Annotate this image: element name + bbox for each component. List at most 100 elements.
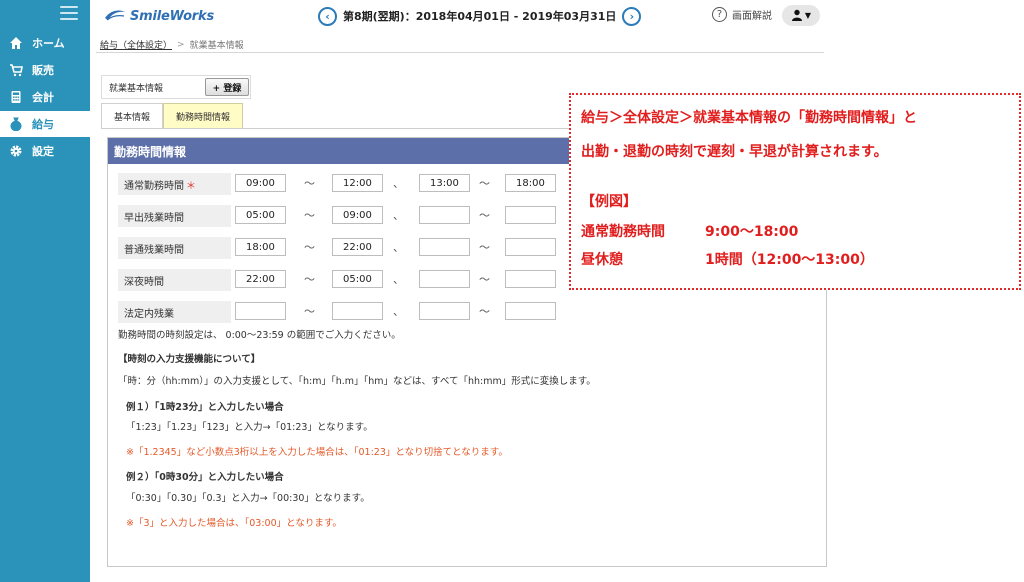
start-time-input[interactable] (235, 238, 286, 256)
required-mark: ＊ (186, 180, 196, 192)
range-separator: 〜 (304, 209, 315, 222)
callout-example-value1: 9:00〜18:00 (705, 224, 799, 240)
break-start-input[interactable] (332, 238, 383, 256)
sidebar-item-label: 会計 (32, 91, 54, 104)
break-separator: 、 (393, 273, 404, 286)
example2-title: 例２）「0時30分」と入力したい場合 (126, 472, 284, 483)
break-start-input[interactable] (332, 174, 383, 192)
break-end-input[interactable] (419, 174, 470, 192)
screen-help-link[interactable]: ? 画面解説 (712, 7, 772, 22)
callout-example-value2: 1時間（12:00〜13:00） (705, 252, 874, 268)
break-start-input[interactable] (332, 206, 383, 224)
page-title: 就業基本情報 (109, 83, 164, 94)
range-note: 勤務時間の時刻設定は、 0:00〜23:59 の範囲でご入力ください。 (118, 330, 401, 341)
row-label-text: 通常勤務時間 (124, 180, 184, 192)
app-logo[interactable]: SmileWorks (104, 6, 214, 26)
hamburger-menu-icon[interactable] (60, 6, 78, 20)
home-icon (8, 35, 24, 51)
example1-body: 「1:23」「1.23」「123」と入力→「01:23」となります。 (126, 422, 373, 433)
range-separator: 〜 (479, 241, 490, 254)
end-time-input[interactable] (505, 238, 556, 256)
break-start-input[interactable] (332, 270, 383, 288)
break-separator: 、 (393, 305, 404, 318)
money-bag-icon (8, 116, 24, 132)
user-menu-button[interactable]: ▼ (782, 5, 820, 26)
sidebar-item-label: 販売 (32, 64, 54, 77)
row-label: 法定内残業 (118, 301, 231, 323)
breadcrumb: 給与（全体設定） > 就業基本情報 (100, 38, 244, 52)
break-separator: 、 (393, 241, 404, 254)
logo-text: SmileWorks (130, 8, 214, 24)
help-description: 「時：分（hh:mm）」の入力支援として、「h:m」「h.m」「hm」などは、す… (118, 376, 596, 387)
sidebar-item-home[interactable]: ホーム (0, 30, 90, 56)
range-separator: 〜 (479, 273, 490, 286)
tab-work-hours[interactable]: 勤務時間情報 (163, 103, 244, 129)
tab-bar: 基本情報 勤務時間情報 (101, 103, 244, 129)
form-row-early-overtime: 早出残業時間 〜 、 〜 (118, 203, 556, 235)
range-separator: 〜 (304, 273, 315, 286)
row-label-text: 普通残業時間 (124, 244, 184, 256)
sidebar-item-label: ホーム (32, 37, 65, 50)
top-header: SmileWorks ‹ 第8期(翌期)：2018年04月01日 - 2019年… (90, 0, 824, 32)
form-row-normal-overtime: 普通残業時間 〜 、 〜 (118, 235, 556, 267)
start-time-input[interactable] (235, 270, 286, 288)
form-row-regular-hours: 通常勤務時間＊ 〜 、 〜 (118, 171, 556, 203)
gear-icon (8, 143, 24, 159)
break-separator: 、 (393, 177, 404, 190)
prev-period-button[interactable]: ‹ (318, 6, 337, 26)
start-time-input[interactable] (235, 302, 286, 320)
row-label-text: 早出残業時間 (124, 212, 184, 224)
row-label: 普通残業時間 (118, 237, 231, 259)
break-end-input[interactable] (419, 206, 470, 224)
form-row-late-night: 深夜時間 〜 、 〜 (118, 267, 556, 299)
breadcrumb-separator: > (177, 39, 185, 50)
callout-example-heading: 【例図】 (581, 194, 637, 210)
form-row-statutory-overtime: 法定内残業 〜 、 〜 (118, 299, 556, 331)
breadcrumb-link-payroll-settings[interactable]: 給与（全体設定） (100, 38, 172, 51)
range-separator: 〜 (304, 177, 315, 190)
sidebar-item-accounting[interactable]: 会計 (0, 84, 90, 110)
help-heading: 【時刻の入力支援機能について】 (118, 354, 261, 365)
sidebar-item-sales[interactable]: 販売 (0, 57, 90, 83)
callout-line1: 給与＞全体設定＞就業基本情報の「勤務時間情報」と (581, 110, 917, 126)
break-separator: 、 (393, 209, 404, 222)
fiscal-period-nav: ‹ 第8期(翌期)：2018年04月01日 - 2019年03月31日 › (318, 5, 642, 27)
next-period-button[interactable]: › (622, 6, 642, 26)
range-separator: 〜 (304, 241, 315, 254)
end-time-input[interactable] (505, 206, 556, 224)
range-separator: 〜 (479, 177, 490, 190)
chevron-down-icon: ▼ (804, 11, 812, 20)
start-time-input[interactable] (235, 174, 286, 192)
register-button[interactable]: + 登録 (205, 78, 249, 96)
row-label: 通常勤務時間＊ (118, 173, 231, 195)
sidebar-item-settings[interactable]: 設定 (0, 138, 90, 164)
swoosh-logo-icon (104, 7, 126, 26)
sidebar-item-label: 設定 (32, 145, 54, 158)
example2-body: 「0:30」「0.30」「0.3」と入力→「00:30」となります。 (126, 493, 370, 504)
sidebar-item-label: 給与 (32, 118, 54, 131)
sidebar-item-payroll[interactable]: 給与 (0, 111, 90, 137)
end-time-input[interactable] (505, 302, 556, 320)
callout-example-label1: 通常勤務時間 (581, 224, 665, 240)
callout-example-label2: 昼休憩 (581, 252, 623, 268)
cart-icon (8, 62, 24, 78)
range-separator: 〜 (304, 305, 315, 318)
break-start-input[interactable] (332, 302, 383, 320)
user-icon (791, 6, 803, 25)
fiscal-period-text: 第8期(翌期)：2018年04月01日 - 2019年03月31日 (343, 10, 617, 23)
question-icon: ? (712, 7, 727, 22)
example1-note: ※「1.2345」など小数点3桁以上を入力した場合は、「01:23」となり切捨て… (126, 447, 508, 458)
break-end-input[interactable] (419, 270, 470, 288)
start-time-input[interactable] (235, 206, 286, 224)
sidebar: ホーム 販売 会計 給与 設定 (0, 0, 90, 582)
tab-basic-info[interactable]: 基本情報 (101, 103, 164, 129)
example1-title: 例１）「1時23分」と入力したい場合 (126, 402, 284, 413)
work-hours-form: 通常勤務時間＊ 〜 、 〜 早出残業時間 〜 、 〜 (118, 171, 556, 331)
end-time-input[interactable] (505, 270, 556, 288)
break-end-input[interactable] (419, 302, 470, 320)
row-label: 深夜時間 (118, 269, 231, 291)
break-end-input[interactable] (419, 238, 470, 256)
row-label: 早出残業時間 (118, 205, 231, 227)
end-time-input[interactable] (505, 174, 556, 192)
breadcrumb-current: 就業基本情報 (189, 41, 244, 51)
